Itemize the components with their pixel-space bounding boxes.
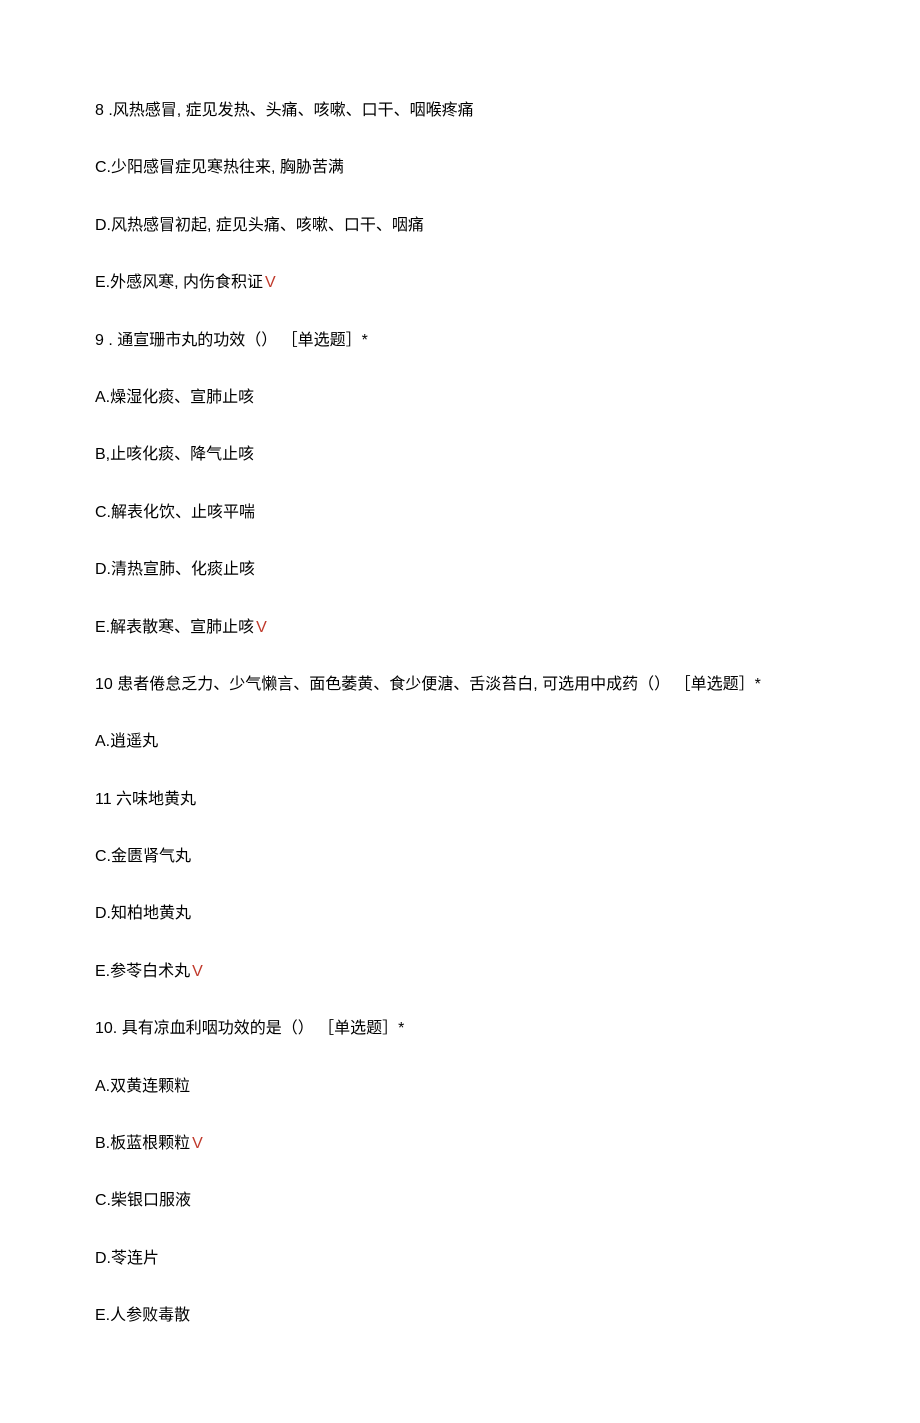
line-text: 10 患者倦怠乏力、少气懒言、面色萎黄、食少便溏、舌淡苔白, 可选用中成药（） … (95, 676, 761, 693)
check-mark: V (192, 963, 203, 980)
text-line: 10. 具有凉血利咽功效的是（） ［单选题］* (95, 1018, 825, 1040)
line-text: E.参苓白术丸 (95, 963, 190, 980)
text-line: A.双黄连颗粒 (95, 1076, 825, 1098)
line-text: 10. 具有凉血利咽功效的是（） ［单选题］* (95, 1020, 404, 1037)
text-line: 10 患者倦怠乏力、少气懒言、面色萎黄、食少便溏、舌淡苔白, 可选用中成药（） … (95, 674, 825, 696)
line-text: 8 .风热感冒, 症见发热、头痛、咳嗽、口干、咽喉疼痛 (95, 102, 474, 119)
text-line: D.清热宣肺、化痰止咳 (95, 559, 825, 581)
text-line: 11 六味地黄丸 (95, 789, 825, 811)
text-line: E.参苓白术丸V (95, 961, 825, 983)
text-line: 8 .风热感冒, 症见发热、头痛、咳嗽、口干、咽喉疼痛 (95, 100, 825, 122)
line-text: C.少阳感冒症见寒热往来, 胸胁苦满 (95, 159, 344, 176)
text-line: C.柴银口服液 (95, 1190, 825, 1212)
text-line: E.人参败毒散 (95, 1305, 825, 1327)
text-line: A.逍遥丸 (95, 731, 825, 753)
line-text: 11 六味地黄丸 (95, 791, 196, 808)
line-text: B.板蓝根颗粒 (95, 1135, 190, 1152)
text-line: 9 . 通宣珊市丸的功效（） ［单选题］* (95, 330, 825, 352)
line-text: D.苓连片 (95, 1250, 159, 1267)
line-text: C.解表化饮、止咳平喘 (95, 504, 255, 521)
line-text: 9 . 通宣珊市丸的功效（） ［单选题］* (95, 332, 368, 349)
line-text: B,止咳化痰、降气止咳 (95, 446, 254, 463)
line-text: A.燥湿化痰、宣肺止咳 (95, 389, 254, 406)
text-line: C.少阳感冒症见寒热往来, 胸胁苦满 (95, 157, 825, 179)
document-content: 8 .风热感冒, 症见发热、头痛、咳嗽、口干、咽喉疼痛 C.少阳感冒症见寒热往来,… (95, 100, 825, 1328)
text-line: E.解表散寒、宣肺止咳V (95, 617, 825, 639)
line-text: C.金匮肾气丸 (95, 848, 191, 865)
line-text: D.风热感冒初起, 症见头痛、咳嗽、口干、咽痛 (95, 217, 424, 234)
check-mark: V (265, 274, 276, 291)
text-line: C.金匮肾气丸 (95, 846, 825, 868)
check-mark: V (192, 1135, 203, 1152)
line-text: C.柴银口服液 (95, 1192, 191, 1209)
text-line: A.燥湿化痰、宣肺止咳 (95, 387, 825, 409)
line-text: E.人参败毒散 (95, 1307, 190, 1324)
line-text: E.解表散寒、宣肺止咳 (95, 619, 254, 636)
check-mark: V (256, 619, 267, 636)
line-text: D.知柏地黄丸 (95, 905, 191, 922)
text-line: E.外感风寒, 内伤食积证V (95, 272, 825, 294)
text-line: D.知柏地黄丸 (95, 903, 825, 925)
line-text: A.逍遥丸 (95, 733, 158, 750)
text-line: D.苓连片 (95, 1248, 825, 1270)
line-text: D.清热宣肺、化痰止咳 (95, 561, 255, 578)
line-text: A.双黄连颗粒 (95, 1078, 190, 1095)
text-line: B.板蓝根颗粒V (95, 1133, 825, 1155)
text-line: B,止咳化痰、降气止咳 (95, 444, 825, 466)
text-line: D.风热感冒初起, 症见头痛、咳嗽、口干、咽痛 (95, 215, 825, 237)
text-line: C.解表化饮、止咳平喘 (95, 502, 825, 524)
line-text: E.外感风寒, 内伤食积证 (95, 274, 263, 291)
